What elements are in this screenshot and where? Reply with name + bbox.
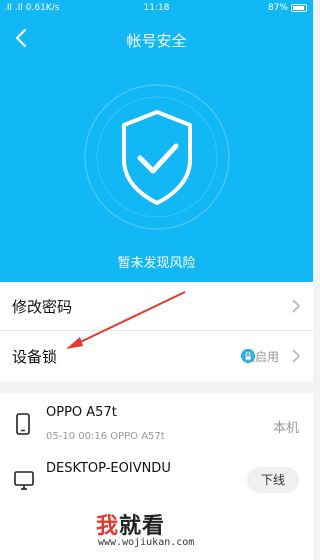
annotation-arrow [66, 291, 186, 349]
watermark-logo: 我就看 [96, 514, 166, 539]
device-detail: 05-10 00:16 OPPO A57t [46, 431, 165, 442]
device-item[interactable]: DESKTOP-EOIVNDU 下线 [0, 455, 313, 515]
battery-percent: 87% [267, 3, 288, 13]
page-title: 帐号安全 [126, 32, 187, 50]
watermark-url: www.wojiukan.com [98, 537, 195, 548]
status-bar: .Il .Il 0.61K/s 11:18 87% [0, 0, 313, 18]
security-hero: .Il .Il 0.61K/s 11:18 87% 帐号安全 暂未发现风险 [0, 0, 313, 282]
device-name: DESKTOP-EOIVNDU [46, 461, 171, 476]
clock: 11:18 [143, 3, 170, 13]
phone-icon [16, 413, 30, 435]
status-right: 87% [268, 3, 307, 13]
top-bar: 帐号安全 [0, 22, 313, 56]
security-status: 暂未发现风险 [117, 256, 196, 271]
device-item[interactable]: OPPO A57t 05-10 00:16 OPPO A57t 本机 [0, 393, 313, 455]
device-name: OPPO A57t [46, 405, 117, 420]
logout-device-button[interactable]: 下线 [247, 467, 299, 493]
shield-icon [84, 84, 230, 230]
battery-icon [291, 4, 307, 12]
monitor-icon [14, 471, 34, 490]
current-device-tag: 本机 [272, 421, 299, 436]
